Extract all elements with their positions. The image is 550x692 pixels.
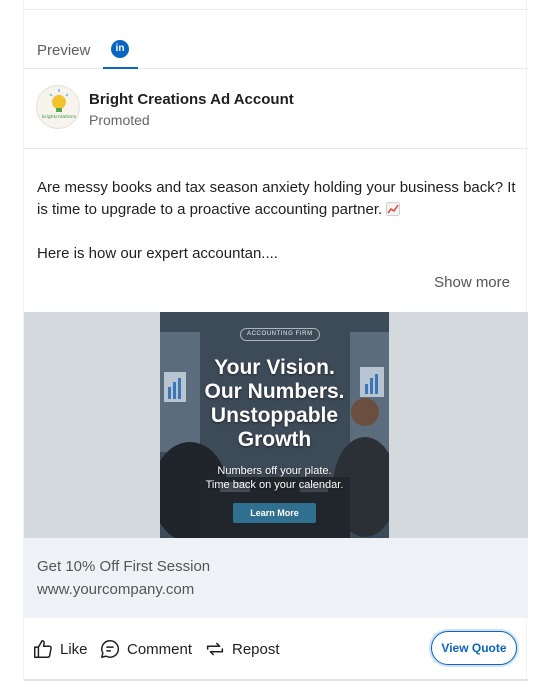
ad-category-tag: ACCOUNTING FIRM [240, 328, 320, 341]
like-button[interactable]: Like [32, 638, 88, 660]
ad-learn-more-button[interactable]: Learn More [233, 503, 316, 523]
repost-icon [206, 642, 224, 656]
thumbs-up-icon [34, 640, 52, 658]
account-avatar[interactable]: brightcreations [36, 85, 80, 129]
show-more-link[interactable]: Show more [434, 274, 510, 291]
comment-label: Comment [127, 640, 193, 658]
tab-linkedin[interactable]: in [103, 30, 138, 69]
post-header: brightcreations Bright Creations Ad Acco… [24, 69, 528, 149]
ad-headline: Your Vision. Our Numbers. Unstoppable Gr… [204, 356, 345, 451]
view-quote-button[interactable]: View Quote [431, 631, 517, 665]
repost-label: Repost [232, 640, 280, 658]
account-name[interactable]: Bright Creations Ad Account [89, 91, 294, 108]
repost-button[interactable]: Repost [204, 638, 280, 660]
ad-info-panel[interactable]: Get 10% Off First Session www.yourcompan… [24, 538, 528, 618]
svg-text:brightcreations: brightcreations [42, 114, 77, 120]
social-actions-bar: Like Comment Repost View Quote [24, 618, 528, 681]
promoted-label: Promoted [89, 112, 150, 128]
lightbulb-logo-icon: brightcreations [42, 89, 77, 120]
post-paragraph-1: Are messy books and tax season anxiety h… [37, 179, 516, 218]
linkedin-icon: in [111, 40, 129, 58]
ad-creative[interactable]: ACCOUNTING FIRM Your Vision. Our Numbers… [24, 312, 528, 538]
ad-subline: Numbers off your plate. Time back on you… [205, 465, 344, 491]
preview-tabs: Preview in [24, 30, 528, 69]
destination-url[interactable]: www.yourcompany.com [37, 581, 194, 598]
tab-preview[interactable]: Preview [37, 42, 90, 59]
comment-icon [101, 640, 120, 658]
comment-button[interactable]: Comment [99, 638, 192, 660]
post-body: Are messy books and tax season anxiety h… [37, 177, 517, 265]
ad-image[interactable]: ACCOUNTING FIRM Your Vision. Our Numbers… [160, 312, 389, 538]
ad-preview-card: Preview in brightcreations Bright Creati… [23, 0, 528, 681]
like-label: Like [60, 640, 88, 658]
chart-increasing-icon [386, 202, 401, 216]
offer-headline[interactable]: Get 10% Off First Session [37, 558, 210, 575]
top-divider [24, 0, 528, 10]
post-paragraph-2: Here is how our expert accountan.... [37, 245, 278, 262]
